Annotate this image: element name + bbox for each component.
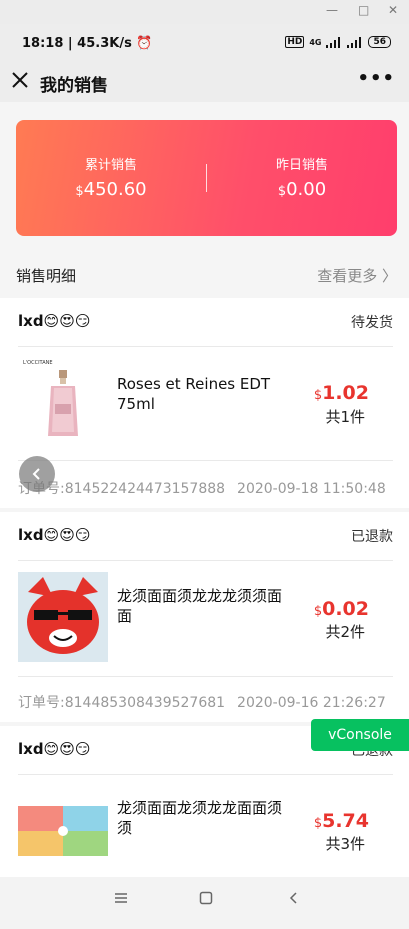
product-thumbnail[interactable] <box>18 806 108 856</box>
net-icon: 4G <box>309 37 322 47</box>
chevron-left-icon <box>32 468 40 480</box>
hd-icon: HD <box>285 36 305 48</box>
product-name[interactable]: 龙须面面须龙龙龙须须面面 <box>117 586 287 626</box>
home-icon[interactable] <box>199 891 213 905</box>
close-window-button[interactable]: ✕ <box>388 3 398 17</box>
vconsole-button[interactable]: vConsole <box>311 719 409 751</box>
status-icons: HD 4G 56 <box>285 36 391 48</box>
divider <box>18 460 393 461</box>
status-bar: 18:18 | 45.3K/s ⏰ HD 4G 56 <box>0 24 409 62</box>
more-menu-button[interactable]: ••• <box>357 68 395 89</box>
page-content: 累计销售 $450.60 昨日销售 $0.00 销售明细 查看更多 〉 lxd😊… <box>0 102 409 877</box>
perfume-bottle-image <box>48 370 78 436</box>
menu-icon[interactable] <box>114 891 128 905</box>
product-price: $5.74 <box>314 810 369 832</box>
order-date: 2020-09-18 11:50:48 <box>237 481 386 497</box>
price-currency: $ <box>313 604 323 619</box>
product-quantity: 共1件 <box>325 408 365 426</box>
buyer-name: lxd😊😍😏 <box>18 312 91 330</box>
sales-detail-header: 销售明细 查看更多 〉 <box>0 250 409 296</box>
signal-icon-2 <box>347 36 362 48</box>
total-sales-currency: $ <box>75 184 84 199</box>
order-number: 订单号:814485308439527681 <box>18 695 226 711</box>
divider <box>18 346 393 347</box>
alarm-icon: ⏰ <box>136 36 153 51</box>
price-amount: 0.02 <box>322 598 369 620</box>
yesterday-sales-value: $0.00 <box>207 179 397 200</box>
product-name[interactable]: Roses et Reines EDT 75ml <box>117 374 287 414</box>
divider <box>18 560 393 561</box>
product-name[interactable]: 龙须面面龙须龙龙面面须须 <box>117 798 287 838</box>
buyer-name: lxd😊😍😏 <box>18 740 91 758</box>
total-sales-value: $450.60 <box>16 179 206 200</box>
order-card[interactable]: lxd😊😍😏 已退款 龙须面面须龙龙龙须须面面 $0.02 共2件 订单号:81… <box>0 512 409 722</box>
order-status: 已退款 <box>351 529 393 545</box>
page-title: 我的销售 <box>40 76 108 96</box>
minimize-button[interactable]: — <box>326 3 338 17</box>
system-nav-bar <box>0 877 409 929</box>
divider <box>18 774 393 775</box>
nav-bar: 我的销售 ••• <box>0 62 409 102</box>
price-amount: 5.74 <box>322 810 369 832</box>
product-pattern-image <box>18 806 108 856</box>
product-price: $0.02 <box>314 598 369 620</box>
yesterday-sales-currency: $ <box>277 184 287 199</box>
thumb-brand-text: L'OCCITANE <box>23 360 53 366</box>
maximize-button[interactable]: □ <box>358 3 369 17</box>
total-sales-amount: 450.60 <box>83 179 147 200</box>
product-thumbnail[interactable] <box>18 572 108 662</box>
order-status: 待发货 <box>351 315 393 331</box>
product-quantity: 共2件 <box>325 623 365 641</box>
view-more-link[interactable]: 查看更多 〉 <box>317 265 397 286</box>
product-thumbnail[interactable]: L'OCCITANE <box>18 356 108 446</box>
order-meta: 订单号:814485308439527681 2020-09-16 21:26:2… <box>18 692 386 712</box>
price-currency: $ <box>313 388 323 403</box>
yesterday-sales-label: 昨日销售 <box>275 158 328 173</box>
cartoon-cat-image <box>27 577 99 654</box>
status-time: 18:18 | 45.3K/s ⏰ <box>22 36 153 51</box>
price-currency: $ <box>313 816 323 831</box>
sales-detail-title: 销售明细 <box>16 267 77 285</box>
window-controls: — □ ✕ <box>0 0 409 24</box>
total-sales-label: 累计销售 <box>84 158 137 173</box>
battery-indicator: 56 <box>368 36 391 48</box>
order-card[interactable]: lxd😊😍😏 待发货 L'OCCITANE Roses et Reines ED… <box>0 298 409 508</box>
buyer-name: lxd😊😍😏 <box>18 526 91 544</box>
order-meta: 订单号:814522424473157888 2020-09-18 11:50:4… <box>18 478 386 498</box>
close-icon[interactable] <box>10 70 30 90</box>
signal-icon <box>326 36 341 48</box>
back-icon[interactable] <box>287 891 301 905</box>
order-date: 2020-09-16 21:26:27 <box>237 695 386 711</box>
yesterday-sales: 昨日销售 $0.00 <box>207 154 397 200</box>
sales-summary-card: 累计销售 $450.60 昨日销售 $0.00 <box>16 120 397 236</box>
yesterday-sales-amount: 0.00 <box>286 179 327 200</box>
total-sales: 累计销售 $450.60 <box>16 154 206 200</box>
time-text: 18:18 | 45.3K/s <box>22 36 132 51</box>
divider <box>18 676 393 677</box>
price-amount: 1.02 <box>322 382 369 404</box>
floating-back-button[interactable] <box>19 456 55 492</box>
product-price: $1.02 <box>314 382 369 404</box>
product-quantity: 共3件 <box>325 835 365 853</box>
